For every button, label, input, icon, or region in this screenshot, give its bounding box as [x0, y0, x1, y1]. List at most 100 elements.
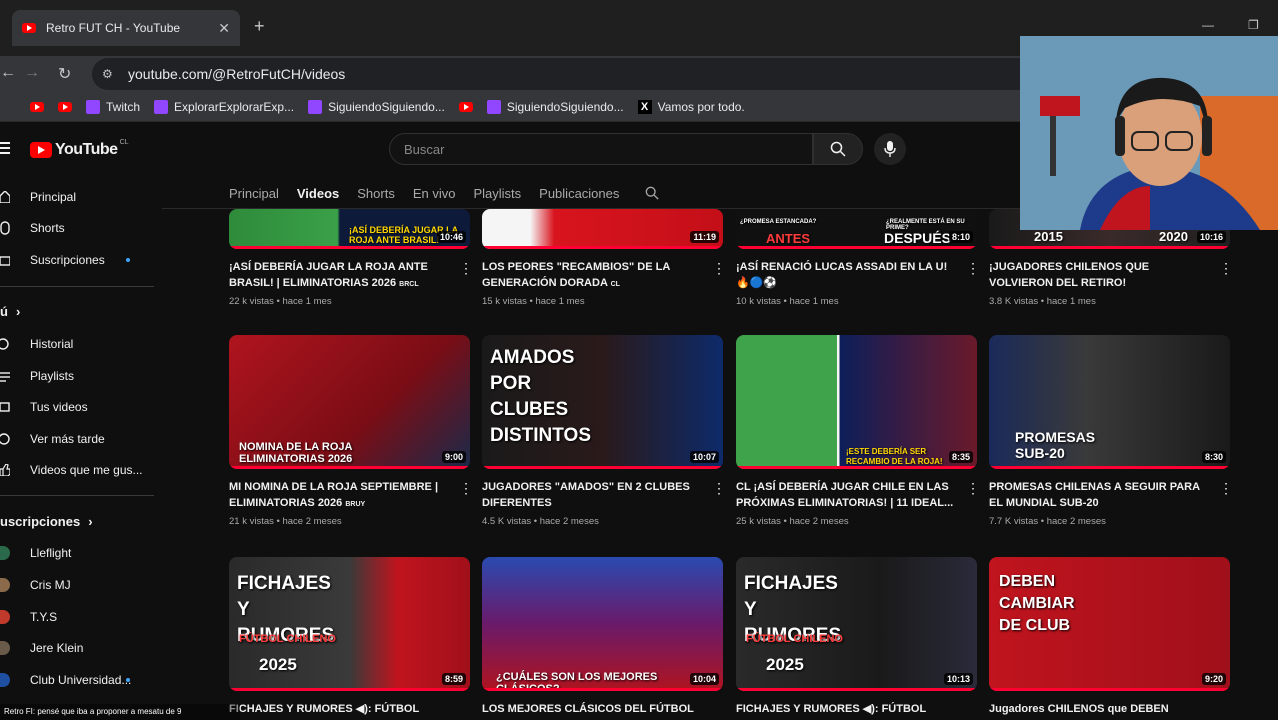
video-title[interactable]: CL ¡ASÍ DEBERÍA JUGAR CHILE EN LAS PRÓXI… — [736, 479, 956, 511]
tab-shorts[interactable]: Shorts — [357, 186, 395, 201]
more-vert-icon[interactable]: ⋮ — [966, 261, 980, 275]
you-label: ú — [0, 304, 8, 319]
sidebar-sub-tys[interactable]: T.Y.S — [0, 603, 154, 631]
watch-progress — [989, 466, 1230, 469]
sidebar-item-historial[interactable]: Historial — [0, 330, 154, 358]
channel-search-icon[interactable] — [645, 186, 659, 200]
sidebar-item-tus-videos[interactable]: Tus videos — [0, 393, 154, 421]
video-thumbnail[interactable]: PROMESAS SUB-20 8:30 — [989, 335, 1230, 469]
twitch-icon — [486, 99, 501, 114]
thumbnail-text: DEBEN CAMBIAR DE CLUB — [999, 573, 1075, 634]
search-input[interactable]: Buscar — [389, 133, 813, 165]
more-vert-icon[interactable]: ⋮ — [1219, 481, 1233, 495]
video-title[interactable]: MI NOMINA DE LA ROJA SEPTIEMBRE | ELIMIN… — [229, 479, 449, 513]
sidebar-subscriptions-heading[interactable]: uscripciones › — [0, 514, 93, 529]
watch-progress — [989, 246, 1230, 249]
youtube-icon — [30, 101, 44, 112]
video-thumbnail[interactable]: ¿PROMESA ESTANCADA? ¿REALMENTE ESTÁ EN S… — [736, 209, 977, 249]
reload-icon[interactable]: ↻ — [58, 64, 71, 84]
video-title[interactable]: FICHAJES Y RUMORES ◀): FÚTBOL — [736, 701, 956, 717]
youtube-favicon-icon — [22, 23, 36, 33]
video-title[interactable]: Jugadores CHILENOS que DEBEN cambiar — [989, 701, 1209, 720]
bookmark-siguiendo-1[interactable]: SiguiendoSiguiendo... — [308, 99, 445, 114]
video-title[interactable]: ¡JUGADORES CHILENOS QUE VOLVIERON DEL RE… — [989, 259, 1209, 291]
country-code: CL — [119, 138, 129, 146]
video-thumbnail[interactable]: 11:19 — [482, 209, 723, 249]
video-duration: 8:30 — [1201, 451, 1226, 463]
chat-overlay-text: Retro FI: pensé que iba a proponer a mes… — [0, 704, 240, 720]
tab-en-vivo[interactable]: En vivo — [413, 186, 456, 201]
video-thumbnail[interactable]: ¡ESTE DEBERÍA SER RECAMBIO DE LA ROJA! 8… — [736, 335, 977, 469]
video-title[interactable]: LOS PEORES "RECAMBIOS" DE LA GENERACIÓN … — [482, 259, 702, 293]
video-thumbnail[interactable]: AMADOS POR CLUBES DISTINTOS 10:07 — [482, 335, 723, 469]
sidebar-item-ver-mas-tarde[interactable]: Ver más tarde — [0, 425, 154, 453]
video-title[interactable]: ¡ASÍ RENACIÓ LUCAS ASSADI EN LA U! 🔥🔵⚽ — [736, 259, 956, 291]
forward-icon[interactable]: → — [24, 64, 40, 82]
more-vert-icon[interactable]: ⋮ — [459, 261, 473, 275]
restore-icon[interactable]: ❐ — [1248, 18, 1259, 32]
video-thumbnail[interactable]: FICHAJES Y RUMORES FÚTBOL CHILENO 2025 1… — [736, 557, 977, 691]
video-thumbnail[interactable]: DEBEN CAMBIAR DE CLUB 9:20 — [989, 557, 1230, 691]
video-title[interactable]: ¡ASÍ DEBERÍA JUGAR LA ROJA ANTE BRASIL! … — [229, 259, 449, 293]
title-suffix: BRUY — [345, 501, 366, 508]
sidebar-sub-jere-klein[interactable]: Jere Klein — [0, 634, 154, 662]
site-info-icon[interactable]: ⚙ — [102, 68, 118, 80]
tab-publicaciones[interactable]: Publicaciones — [539, 186, 619, 201]
watch-later-icon — [0, 433, 10, 445]
video-thumbnail[interactable]: FICHAJES Y RUMORES FÚTBOL CHILENO 2025 8… — [229, 557, 470, 691]
thumbnail-text: AMADOS POR CLUBES DISTINTOS — [490, 347, 591, 446]
browser-tab[interactable]: Retro FUT CH - YouTube ✕ — [12, 10, 240, 46]
video-title[interactable]: LOS MEJORES CLÁSICOS DEL FÚTBOL — [482, 701, 702, 717]
back-icon[interactable]: ← — [0, 64, 16, 82]
bookmark-explorar[interactable]: ExplorarExplorarExp... — [154, 99, 295, 114]
mic-icon — [884, 141, 896, 157]
youtube-logo[interactable]: YouTube CL — [30, 138, 129, 159]
video-meta: 4.5 K vistas • hace 2 meses — [482, 516, 599, 527]
sidebar-you-heading[interactable]: ú › — [0, 304, 20, 319]
tab-close-icon[interactable]: ✕ — [218, 20, 230, 37]
minimize-icon[interactable]: — — [1202, 18, 1214, 32]
menu-icon[interactable] — [0, 142, 10, 157]
more-vert-icon[interactable]: ⋮ — [966, 481, 980, 495]
bookmark-siguiendo-2[interactable]: SiguiendoSiguiendo... — [486, 99, 624, 114]
sidebar: Principal Shorts Suscripciones ú › Histo… — [0, 178, 154, 720]
sidebar-sub-club-universidad[interactable]: Club Universidad... — [0, 666, 154, 694]
bookmark-youtube-2[interactable] — [58, 101, 72, 112]
video-title[interactable]: PROMESAS CHILENAS A SEGUIR PARA EL MUNDI… — [989, 479, 1209, 511]
sidebar-item-label: Playlists — [30, 369, 75, 383]
more-vert-icon[interactable]: ⋮ — [1219, 261, 1233, 275]
sidebar-item-suscripciones[interactable]: Suscripciones — [0, 246, 154, 274]
video-title[interactable]: JUGADORES "AMADOS" EN 2 CLUBES DIFERENTE… — [482, 479, 702, 511]
more-vert-icon[interactable]: ⋮ — [459, 481, 473, 495]
sidebar-sub-cris-mj[interactable]: Cris MJ — [0, 571, 154, 599]
sidebar-item-label: Suscripciones — [30, 253, 105, 267]
sidebar-item-principal[interactable]: Principal — [0, 183, 154, 211]
video-thumbnail[interactable]: NOMINA DE LA ROJA ELIMINATORIAS 2026 9:0… — [229, 335, 470, 469]
more-vert-icon[interactable]: ⋮ — [712, 261, 726, 275]
sidebar-item-label: Jere Klein — [30, 641, 84, 655]
bookmark-twitch[interactable]: Twitch — [86, 99, 140, 114]
video-thumbnail[interactable]: ¿CUÁLES SON LOS MEJORES CLÁSICOS? 10:04 — [482, 557, 723, 691]
bookmark-label: ExplorarExplorarExp... — [174, 99, 295, 114]
video-meta: 7.7 K vistas • hace 2 meses — [989, 516, 1106, 527]
sidebar-item-liked-videos[interactable]: Videos que me gus... — [0, 456, 154, 484]
search-button[interactable] — [813, 133, 863, 165]
more-vert-icon[interactable]: ⋮ — [712, 481, 726, 495]
logo-text: YouTube — [55, 141, 118, 158]
sidebar-item-playlists[interactable]: Playlists — [0, 362, 154, 390]
tab-videos[interactable]: Videos — [297, 186, 339, 201]
video-title[interactable]: FICHAJES Y RUMORES ◀): FÚTBOL — [229, 701, 449, 717]
voice-search-button[interactable] — [874, 133, 906, 165]
twitch-icon — [86, 99, 100, 114]
chevron-right-icon: › — [88, 514, 93, 529]
tab-playlists[interactable]: Playlists — [473, 186, 521, 201]
new-tab-button[interactable]: + — [254, 16, 265, 37]
tab-principal[interactable]: Principal — [229, 186, 279, 201]
streamer-image — [1020, 36, 1278, 230]
bookmark-youtube-3[interactable] — [458, 101, 473, 112]
bookmark-youtube-1[interactable] — [30, 101, 44, 112]
video-thumbnail[interactable]: ¡ASÍ DEBERÍA JUGAR LA ROJA ANTE BRASIL! … — [229, 209, 470, 249]
bookmark-x[interactable]: X Vamos por todo. — [637, 99, 745, 114]
sidebar-item-shorts[interactable]: Shorts — [0, 214, 154, 242]
sidebar-sub-lleflight[interactable]: Lleflight — [0, 539, 154, 567]
